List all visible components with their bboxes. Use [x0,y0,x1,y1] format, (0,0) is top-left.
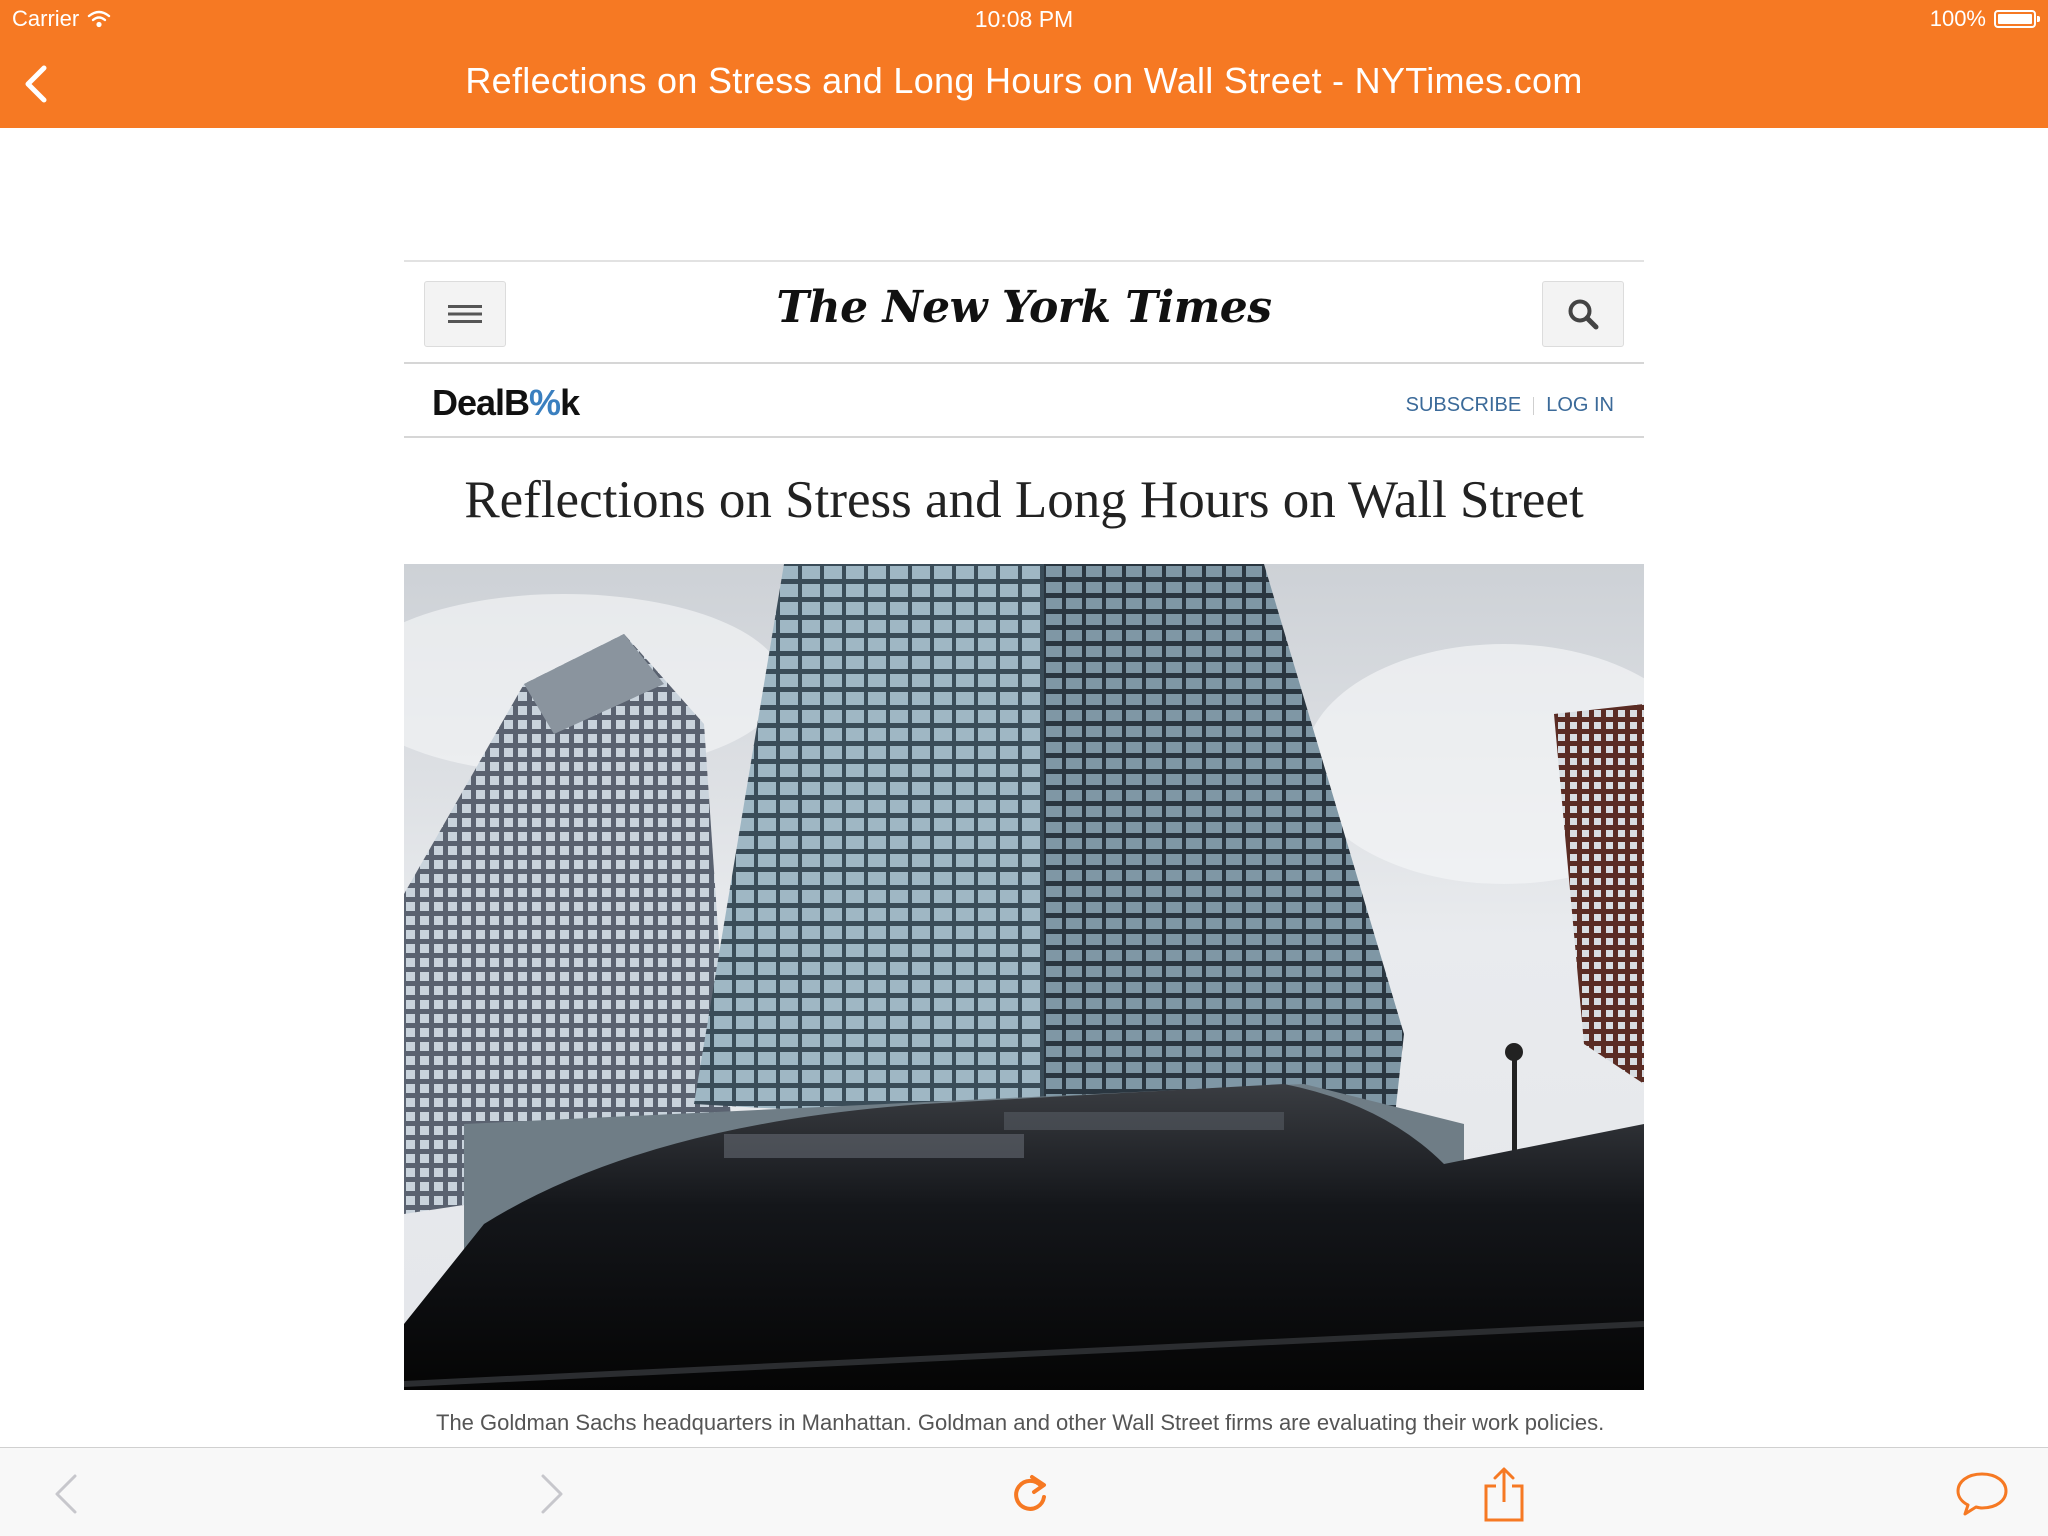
link-separator [1533,396,1535,415]
article-photo[interactable] [404,564,1644,1390]
photo-caption: The Goldman Sachs headquarters in Manhat… [436,1410,1605,1435]
masthead: The New York Times [404,262,1644,364]
share-button[interactable] [1476,1466,1532,1522]
web-content: The New York Times DealB%k SUBSCRIBE LOG… [404,260,1644,1438]
subscribe-link[interactable]: SUBSCRIBE [1406,394,1522,417]
goldman-sachs-building-image [404,564,1644,1390]
dealbook-logo-part2: % [529,382,561,423]
share-icon [1484,1467,1524,1522]
reload-button[interactable] [1002,1466,1058,1522]
search-icon [1568,299,1599,330]
account-links: SUBSCRIBE LOG IN [1406,394,1614,417]
speech-bubble-icon [1956,1472,2008,1516]
section-bar: DealB%k SUBSCRIBE LOG IN [404,364,1644,438]
browser-back-button[interactable] [38,1466,94,1522]
search-button[interactable] [1542,281,1624,347]
battery-icon [1994,10,2040,28]
dealbook-logo[interactable]: DealB%k [432,382,580,424]
page-title: Reflections on Stress and Long Hours on … [465,60,1583,101]
browser-toolbar [0,1447,2048,1536]
app-navigation-bar: Carrier 10:08 PM 100% Reflections on Str… [0,0,2048,128]
nyt-logo[interactable]: The New York Times [404,282,1644,333]
browser-forward-button[interactable] [524,1466,580,1522]
chevron-left-icon [55,1474,77,1514]
comment-button[interactable] [1954,1466,2010,1522]
chevron-right-icon [541,1474,563,1514]
article-headline: Reflections on Stress and Long Hours on … [464,471,1584,529]
dealbook-logo-part1: DealB [432,382,530,423]
status-time: 10:08 PM [974,6,1074,32]
status-battery: 100% [1929,6,2040,32]
reload-icon [1014,1475,1046,1511]
dealbook-logo-part3: k [560,382,580,423]
login-link[interactable]: LOG IN [1546,394,1614,417]
battery-percent: 100% [1929,6,1986,31]
